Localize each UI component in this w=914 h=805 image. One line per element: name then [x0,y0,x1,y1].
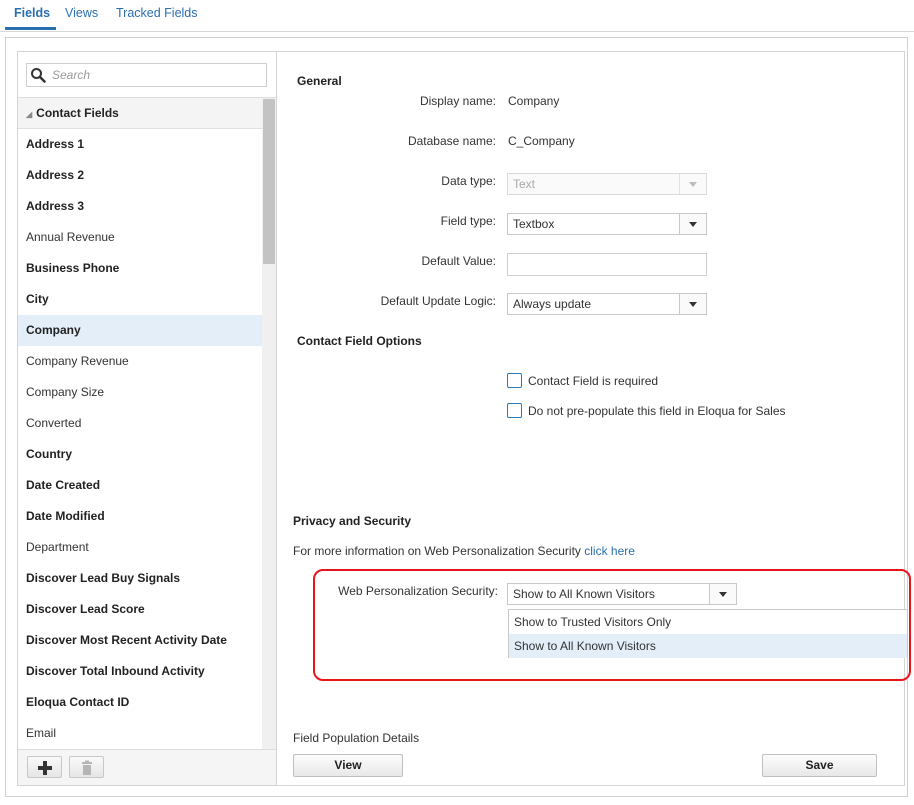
sidebar-toolbar [18,749,276,785]
chevron-down-icon[interactable] [679,214,706,234]
view-button[interactable]: View [293,754,403,777]
chevron-down-icon [679,174,706,194]
tab-tracked-fields[interactable]: Tracked Fields [116,6,198,20]
list-item[interactable]: City [18,284,262,315]
privacy-section-title: Privacy and Security [293,514,412,528]
list-item[interactable]: Discover Most Recent Activity Date [18,625,262,656]
data-type-select: Text [507,173,707,195]
chevron-down-icon[interactable] [679,294,706,314]
default-value-input[interactable] [507,253,707,276]
default-update-logic-select[interactable]: Always update [507,293,707,315]
general-section-title: General [297,74,342,88]
list-group-header[interactable]: ◢ Contact Fields [18,98,262,129]
save-button[interactable]: Save [762,754,877,777]
list-item[interactable]: Company Revenue [18,346,262,377]
list-item[interactable]: Discover Lead Score [18,594,262,625]
tab-fields[interactable]: Fields [14,6,50,20]
privacy-info-text: For more information on Web Personalizat… [293,544,635,558]
display-name-value: Company [508,94,560,108]
list-item[interactable]: Company [18,315,262,346]
tab-views[interactable]: Views [65,6,98,20]
list-item[interactable]: Annual Revenue [18,222,262,253]
collapse-triangle-icon: ◢ [26,110,33,119]
display-name-label: Display name: [419,94,496,108]
delete-field-button[interactable] [69,756,104,778]
default-value-label: Default Value: [421,254,497,268]
add-field-button[interactable] [27,756,62,778]
list-item[interactable]: Date Modified [18,501,262,532]
data-type-label: Data type: [441,174,496,188]
fields-list: ◢ Contact Fields Address 1 Address 2 Addres… [18,97,276,749]
field-type-value: Textbox [513,217,555,231]
field-population-title: Field Population Details [293,731,420,745]
list-item[interactable]: Company Size [18,377,262,408]
list-item[interactable]: Email [18,718,262,749]
default-update-logic-label: Default Update Logic: [380,294,496,308]
field-type-select[interactable]: Textbox [507,213,707,235]
prepopulate-checkbox-label[interactable]: Do not pre-populate this field in Eloqua… [528,404,786,418]
list-item[interactable]: Address 2 [18,160,262,191]
list-item[interactable]: Business Phone [18,253,262,284]
search-box[interactable] [26,63,267,87]
fields-sidebar: ◢Contact Fields Address 1Address 2Addres… [17,51,277,786]
required-checkbox[interactable] [507,373,522,388]
list-item[interactable]: Discover Lead Buy Signals [18,563,262,594]
list-item[interactable]: Date Created [18,470,262,501]
field-type-label: Field type: [440,214,496,228]
active-tab-indicator [5,27,56,30]
search-input[interactable] [52,66,262,84]
contact-field-options-title: Contact Field Options [297,334,422,348]
list-item[interactable]: Country [18,439,262,470]
list-item[interactable]: Address 1 [18,129,262,160]
highlight-annotation-box [313,569,911,681]
search-icon [31,68,46,83]
list-item[interactable]: Converted [18,408,262,439]
database-name-value: C_Company [508,134,575,148]
data-type-value: Text [513,177,536,191]
list-item[interactable]: Address 3 [18,191,262,222]
privacy-info-message: For more information on Web Personalizat… [293,544,581,558]
scrollbar-thumb[interactable] [263,99,275,264]
trash-icon [82,760,92,775]
group-label: Contact Fields [36,106,119,120]
list-item[interactable]: Discover Total Inbound Activity [18,656,262,687]
list-item[interactable]: Department [18,532,262,563]
click-here-link[interactable]: click here [584,544,635,558]
plus-icon [38,761,52,775]
prepopulate-checkbox[interactable] [507,403,522,418]
tab-bar: Fields Views Tracked Fields [0,0,914,32]
required-checkbox-label[interactable]: Contact Field is required [528,374,658,388]
list-item[interactable]: Eloqua Contact ID [18,687,262,718]
default-update-logic-value: Always update [513,297,592,311]
database-name-label: Database name: [407,134,496,148]
